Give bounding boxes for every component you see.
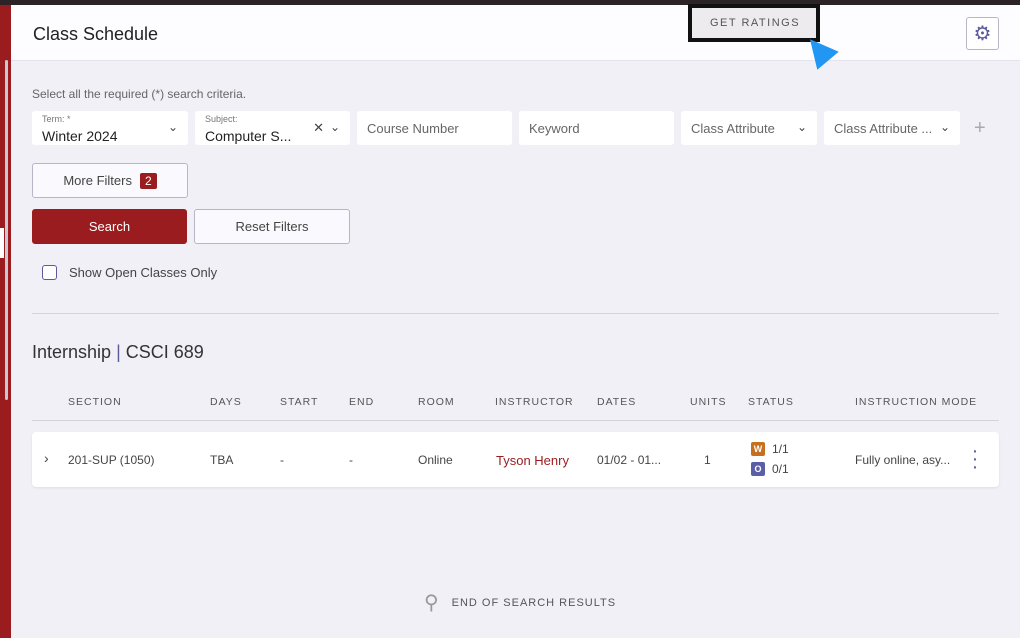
open-count: 0/1 xyxy=(772,462,789,476)
room-cell: Online xyxy=(418,453,453,467)
course-number-input[interactable]: Course Number xyxy=(357,111,512,145)
units-cell: 1 xyxy=(704,453,711,467)
col-units: UNITS xyxy=(690,396,727,408)
side-tab[interactable] xyxy=(0,228,4,258)
divider xyxy=(32,313,999,314)
instructor-link[interactable]: Tyson Henry xyxy=(496,453,569,468)
add-filter-icon[interactable]: + xyxy=(974,117,986,140)
chevron-down-icon: ⌄ xyxy=(796,120,807,134)
search-hint: Select all the required (*) search crite… xyxy=(32,87,247,101)
scrollbar[interactable] xyxy=(5,60,8,400)
search-icon: ⚲ xyxy=(424,592,440,614)
course-code: CSCI 689 xyxy=(125,342,204,362)
waitlist-badge: W xyxy=(751,442,765,456)
table-row[interactable]: › 201-SUP (1050) TBA - - Online Tyson He… xyxy=(32,432,999,487)
more-filters-button[interactable]: More Filters 2 xyxy=(32,163,188,198)
chevron-down-icon: ⌄ xyxy=(939,120,950,134)
col-end: END xyxy=(349,396,375,408)
settings-button[interactable]: ⚙ xyxy=(966,17,999,50)
days-cell: TBA xyxy=(210,453,234,467)
col-instruction-mode: INSTRUCTION MODE xyxy=(855,396,978,408)
course-name: Internship xyxy=(32,342,112,362)
chevron-down-icon: ⌄ xyxy=(167,120,178,134)
class-attribute-select-2[interactable]: Class Attribute ... ⌄ xyxy=(824,111,960,145)
end-of-results-text: END OF SEARCH RESULTS xyxy=(451,596,617,609)
start-cell: - xyxy=(280,453,284,467)
subject-value: Computer S... xyxy=(205,128,292,144)
col-status: STATUS xyxy=(748,396,794,408)
filter-count-badge: 2 xyxy=(139,172,157,189)
open-classes-checkbox[interactable] xyxy=(42,265,57,280)
col-start: START xyxy=(280,396,319,408)
class-attribute-label: Class Attribute ... xyxy=(834,120,933,136)
subject-label: Subject: xyxy=(205,114,238,124)
dates-cell: 01/02 - 01... xyxy=(597,453,662,467)
instruction-mode-cell: Fully online, asy... xyxy=(855,453,951,467)
page-title: Class Schedule xyxy=(33,24,159,44)
course-title: Internship | CSCI 689 xyxy=(32,342,204,362)
col-section: SECTION xyxy=(68,396,122,408)
subject-select[interactable]: Subject: Computer S... ✕ ⌄ xyxy=(195,111,350,145)
term-select[interactable]: Term: * Winter 2024 ⌄ xyxy=(32,111,188,145)
end-cell: - xyxy=(349,453,353,467)
open-classes-label: Show Open Classes Only xyxy=(69,265,218,280)
status-open: O 0/1 xyxy=(751,462,789,476)
more-filters-label: More Filters xyxy=(63,173,132,188)
more-options-icon[interactable]: · · · xyxy=(970,441,980,477)
search-button[interactable]: Search xyxy=(32,209,187,244)
divider xyxy=(32,420,999,421)
header: Class Schedule xyxy=(11,5,1020,61)
open-badge: O xyxy=(751,462,765,476)
term-label: Term: * xyxy=(42,114,71,124)
section-cell: 201-SUP (1050) xyxy=(68,453,155,467)
col-instructor: INSTRUCTOR xyxy=(495,396,574,408)
get-ratings-button[interactable]: GET RATINGS xyxy=(688,4,820,42)
col-dates: DATES xyxy=(597,396,637,408)
chevron-down-icon: ⌄ xyxy=(329,120,340,134)
col-room: ROOM xyxy=(418,396,455,408)
clear-icon[interactable]: ✕ xyxy=(313,120,324,136)
reset-filters-button[interactable]: Reset Filters xyxy=(194,209,350,244)
keyword-input[interactable]: Keyword xyxy=(519,111,674,145)
class-attribute-label: Class Attribute xyxy=(691,120,775,136)
end-of-results: ⚲ END OF SEARCH RESULTS xyxy=(424,590,616,615)
waitlist-count: 1/1 xyxy=(772,442,789,456)
class-attribute-select[interactable]: Class Attribute ⌄ xyxy=(681,111,817,145)
term-value: Winter 2024 xyxy=(42,128,118,144)
gear-icon: ⚙ xyxy=(973,23,992,45)
status-waitlist: W 1/1 xyxy=(751,442,789,456)
expand-chevron-icon[interactable]: › xyxy=(44,450,49,466)
col-days: DAYS xyxy=(210,396,242,408)
